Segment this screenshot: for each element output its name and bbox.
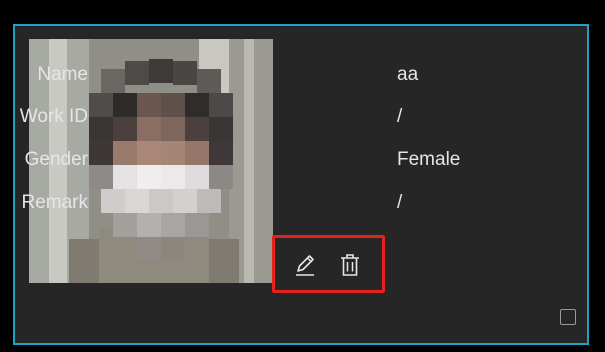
remark-value: / bbox=[397, 192, 403, 213]
pencil-icon bbox=[296, 255, 314, 276]
work-id-label: Work ID bbox=[19, 106, 88, 127]
gender-value: Female bbox=[397, 149, 461, 170]
trash-icon bbox=[341, 254, 359, 276]
work-id-value: / bbox=[397, 106, 403, 127]
gender-label: Gender bbox=[24, 149, 88, 170]
name-label: Name bbox=[37, 64, 88, 85]
name-value: aa bbox=[397, 64, 419, 85]
remark-label: Remark bbox=[21, 192, 88, 213]
edit-button[interactable] bbox=[292, 252, 318, 278]
action-highlight-box bbox=[272, 235, 385, 293]
delete-button[interactable] bbox=[337, 252, 363, 278]
screen-background: Name aa Work ID / Gender Female Remark / bbox=[0, 0, 605, 352]
select-checkbox[interactable] bbox=[560, 309, 576, 325]
person-card: Name aa Work ID / Gender Female Remark / bbox=[13, 24, 589, 345]
